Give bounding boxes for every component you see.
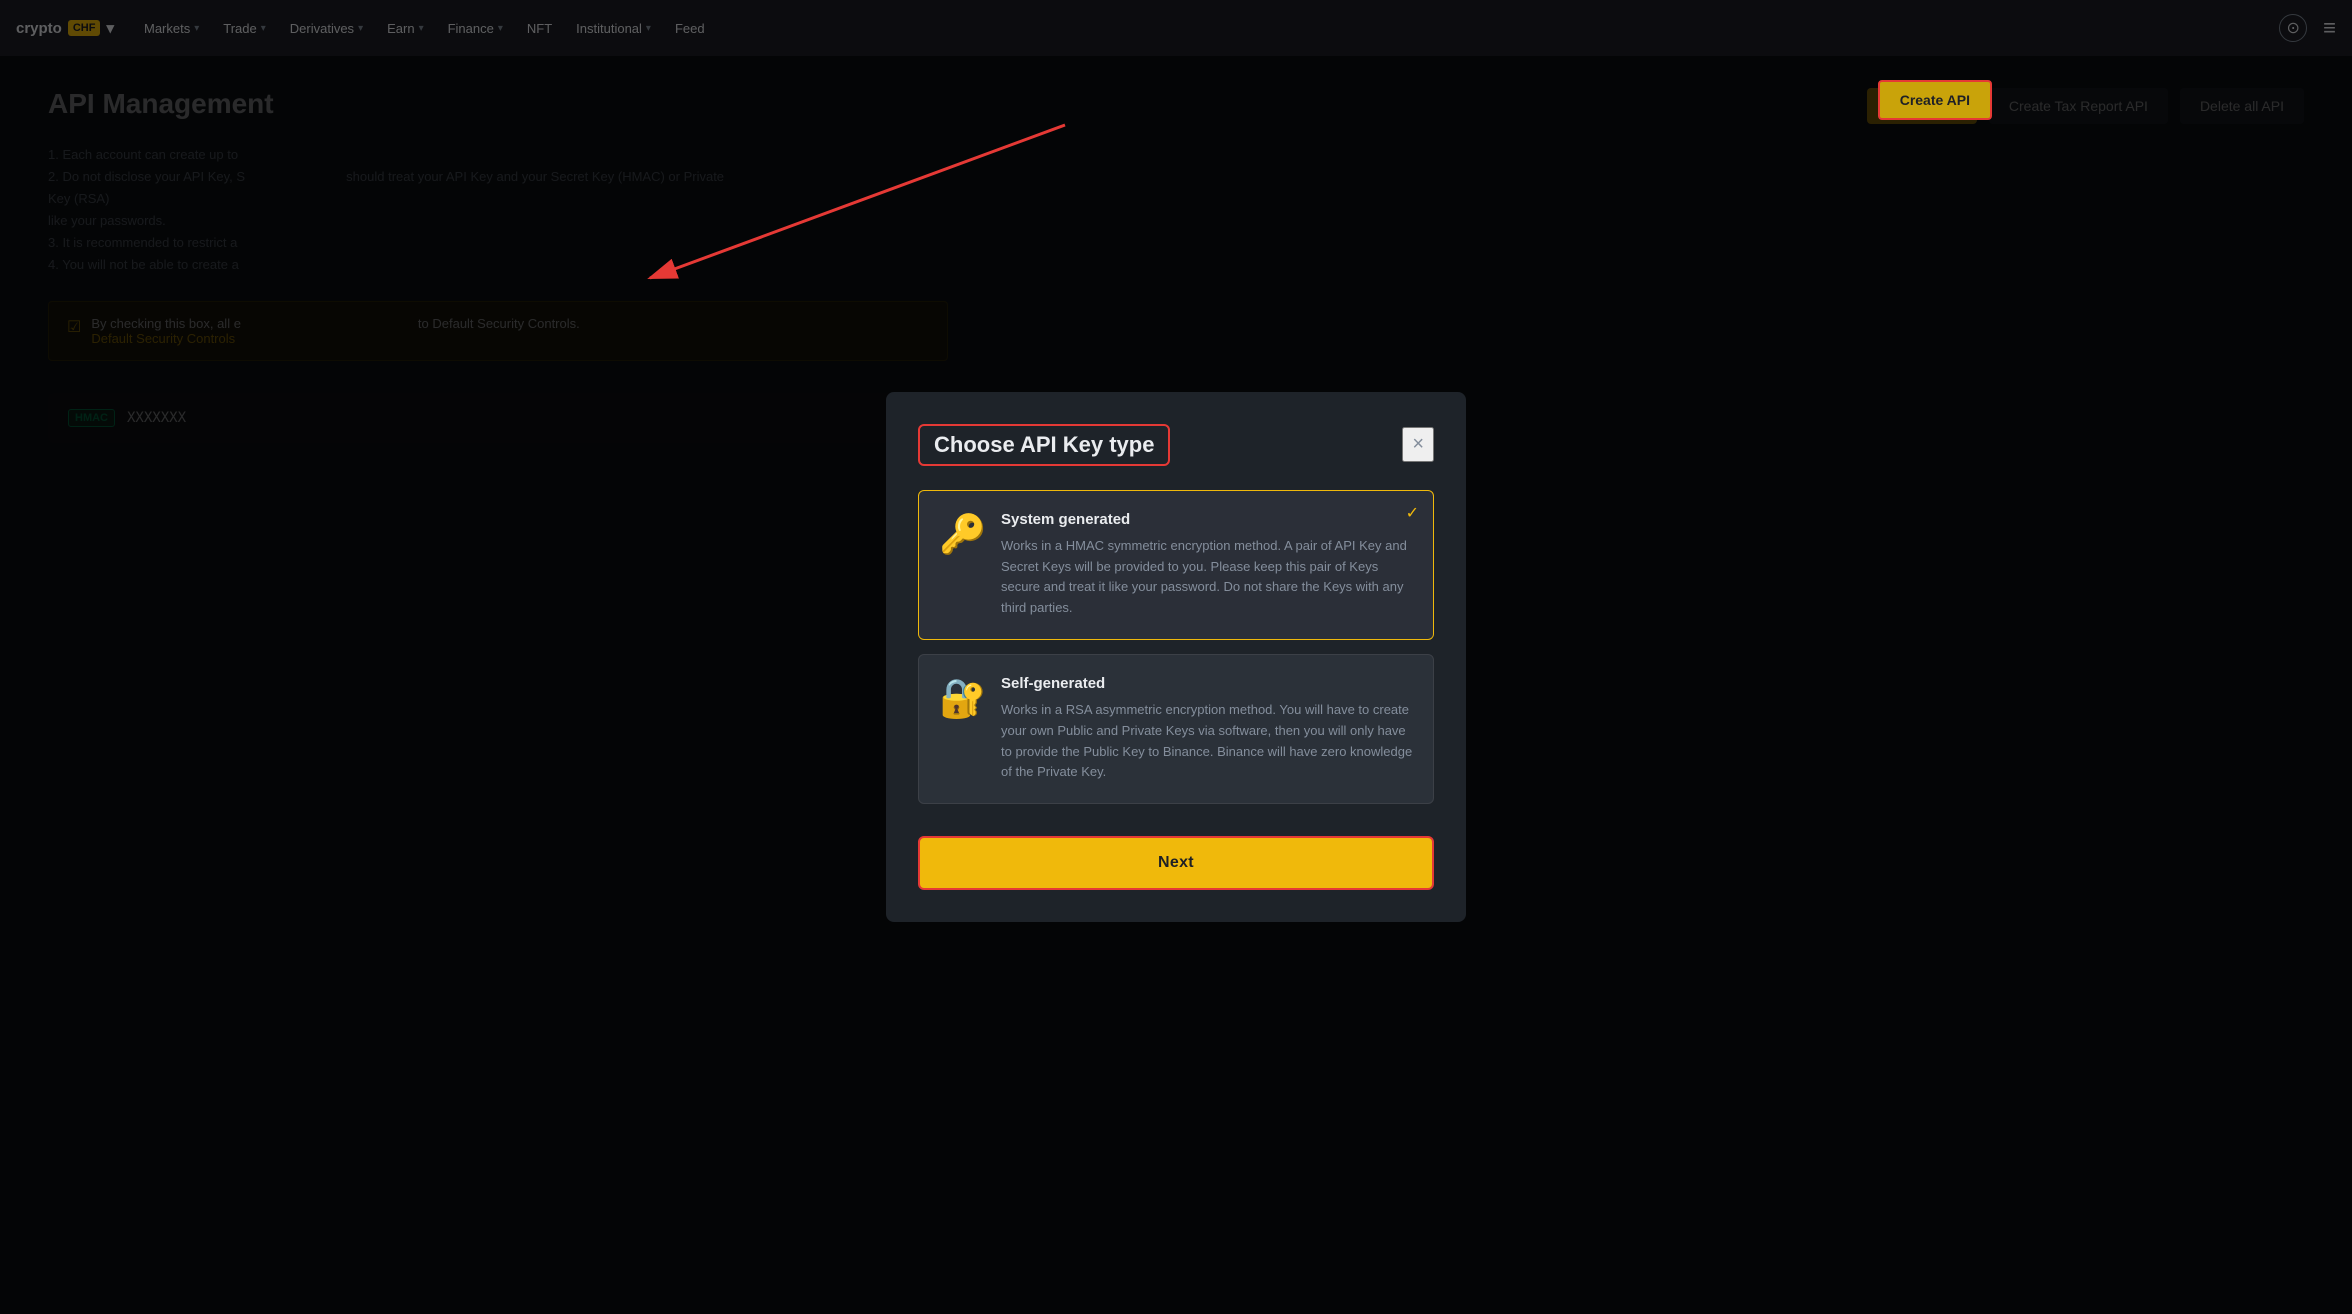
key-icon-system: 🔑 xyxy=(939,513,983,557)
self-generated-title: Self-generated xyxy=(1001,675,1413,692)
modal-header: Choose API Key type × xyxy=(918,424,1434,466)
next-button[interactable]: Next xyxy=(918,836,1434,890)
modal-overlay: Choose API Key type × 🔑 System generated… xyxy=(0,0,2352,1314)
system-generated-title: System generated xyxy=(1001,511,1413,528)
self-generated-description: Works in a RSA asymmetric encryption met… xyxy=(1001,700,1413,783)
create-api-highlight-container: Create API xyxy=(1878,80,1992,120)
system-generated-card[interactable]: 🔑 System generated Works in a HMAC symme… xyxy=(918,490,1434,640)
modal-title: Choose API Key type xyxy=(918,424,1170,466)
self-generated-info: Self-generated Works in a RSA asymmetric… xyxy=(1001,675,1413,783)
choose-api-modal: Choose API Key type × 🔑 System generated… xyxy=(886,392,1466,922)
system-generated-info: System generated Works in a HMAC symmetr… xyxy=(1001,511,1413,619)
create-api-button-highlighted[interactable]: Create API xyxy=(1878,80,1992,120)
modal-close-button[interactable]: × xyxy=(1402,427,1434,462)
self-generated-card[interactable]: 🔐 Self-generated Works in a RSA asymmetr… xyxy=(918,654,1434,804)
key-icon-self: 🔐 xyxy=(939,677,983,721)
selected-checkmark-icon: ✓ xyxy=(1406,503,1419,523)
system-generated-description: Works in a HMAC symmetric encryption met… xyxy=(1001,536,1413,619)
